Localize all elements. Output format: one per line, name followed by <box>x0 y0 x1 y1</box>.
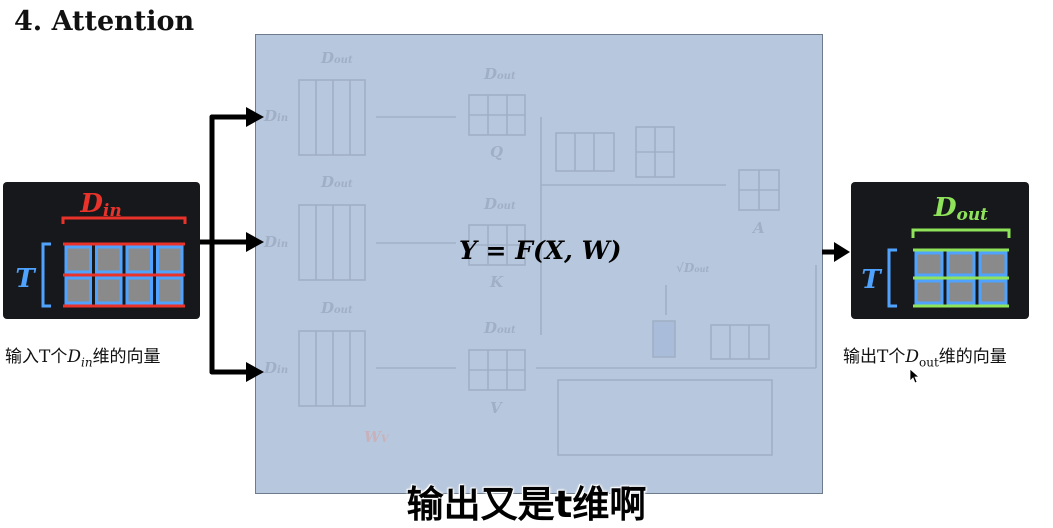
weight-matrix-q <box>298 79 366 156</box>
input-row-label: T <box>15 264 36 294</box>
output-height-brace <box>887 248 897 308</box>
weight-matrix-v <box>298 330 366 407</box>
arrow-head-bottom <box>246 362 264 382</box>
faint-dout-q: Dout <box>483 65 516 83</box>
output-caption-prefix: 输出T个 <box>843 347 906 367</box>
input-dim-label: Din <box>79 189 121 221</box>
faint-q-label: Q <box>490 143 503 161</box>
function-formula: Y = F(X, W) <box>459 236 622 265</box>
matrix-cell <box>125 245 153 274</box>
matrix-cell <box>978 279 1008 305</box>
matrix-cell <box>95 276 123 305</box>
output-width-brace <box>911 228 1011 238</box>
output-matrix <box>913 248 1009 308</box>
matrix-cell <box>914 279 944 305</box>
input-caption-sub: in <box>80 355 93 370</box>
input-caption-var: D <box>67 347 81 367</box>
faint-k-label: K <box>489 273 504 291</box>
faint-sqrt-dout: √Dout <box>676 261 709 275</box>
input-height-brace <box>41 242 51 308</box>
faint-dout-v: Dout <box>483 319 516 337</box>
output-arrow <box>822 242 850 262</box>
faint-dout-label-1: Dout <box>320 49 353 67</box>
output-matrix-tile: Dout T <box>851 182 1029 319</box>
matrix-cell <box>946 279 976 305</box>
arrow-head-top <box>246 107 264 127</box>
matrix-cell <box>978 251 1008 277</box>
mouse-cursor-icon <box>909 368 919 384</box>
input-branch-arrows <box>191 107 264 382</box>
input-caption-suffix: 维的向量 <box>92 347 161 367</box>
faint-background-diagram: Dout Dout Dout Din Din Din Dout Dout Dou… <box>263 49 817 456</box>
output-caption-suffix: 维的向量 <box>938 347 1007 367</box>
input-matrix-tile: Din T <box>3 182 200 319</box>
matrix-cell <box>64 245 92 274</box>
input-caption-prefix: 输入T个 <box>5 347 68 367</box>
faint-dout-k: Dout <box>483 195 516 213</box>
faint-dout-label-2: Dout <box>320 173 353 191</box>
input-caption: 输入T个Din维的向量 <box>5 342 161 369</box>
matrix-cell <box>156 245 184 274</box>
input-width-brace <box>61 216 187 224</box>
output-caption-var: D <box>905 347 919 367</box>
slide-title: 4. Attention <box>14 6 195 37</box>
matrix-cell <box>946 251 976 277</box>
matrix-cell <box>125 276 153 305</box>
video-subtitle: 输出又是t维啊 <box>406 483 647 526</box>
arrow-head-middle <box>246 232 264 252</box>
matrix-cell <box>914 251 944 277</box>
weight-matrix-k <box>298 204 366 281</box>
faint-wv-label: WV <box>364 428 390 446</box>
input-matrix <box>63 242 185 308</box>
output-caption: 输出T个Dout维的向量 <box>843 342 1007 369</box>
output-row-label: T <box>861 265 882 295</box>
faint-a-label: A <box>751 219 765 237</box>
matrix-cell <box>156 276 184 305</box>
output-dim-label: Dout <box>933 193 988 225</box>
faint-v-label: V <box>490 399 503 417</box>
matrix-cell <box>64 276 92 305</box>
output-caption-sub: out <box>918 355 939 370</box>
faint-dout-label-3: Dout <box>320 299 353 317</box>
matrix-cell <box>95 245 123 274</box>
